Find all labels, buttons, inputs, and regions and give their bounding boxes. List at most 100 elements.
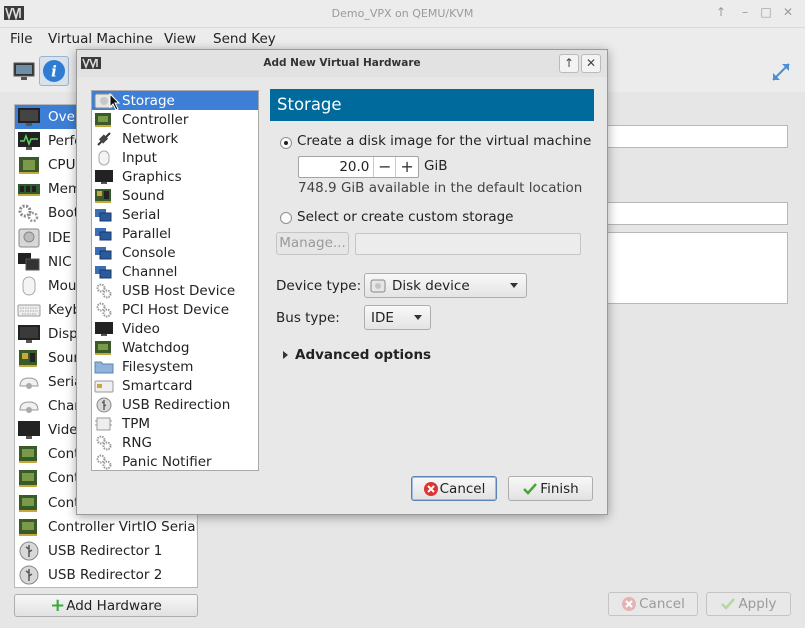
category-smartcard[interactable]: Smartcard (92, 376, 258, 395)
console-view-button[interactable] (9, 56, 39, 86)
performance-icon (18, 132, 40, 151)
cancel-icon (622, 597, 637, 611)
serial-icon (95, 208, 112, 221)
watchdog-icon (95, 340, 111, 355)
panic-icon (96, 454, 112, 469)
monitor-icon (18, 108, 40, 127)
window-title: Demo_VPX on QEMU/KVM (331, 7, 474, 20)
folder-icon (94, 361, 114, 373)
dialog-finish-button[interactable]: Finish (508, 476, 593, 501)
pci-icon (96, 302, 112, 317)
disk-size-spinner[interactable]: 20.0 − + (298, 156, 419, 178)
usb-icon (96, 283, 112, 298)
network-icon (18, 252, 40, 271)
console-icon (95, 246, 112, 259)
increment-button[interactable]: + (396, 157, 418, 177)
mouse-icon (98, 150, 110, 165)
category-tpm[interactable]: TPM (92, 414, 258, 433)
storage-path-field[interactable] (355, 233, 581, 255)
controller-icon (19, 494, 37, 512)
network-plug-icon (97, 131, 111, 146)
dialog-keep-above-button[interactable]: ↑ (559, 54, 579, 73)
cancel-icon (423, 481, 438, 496)
window-maximize-button[interactable]: □ (759, 5, 773, 19)
channel-icon (95, 265, 112, 278)
video-icon (18, 421, 40, 440)
resize-icon[interactable] (769, 60, 793, 84)
main-cancel-button[interactable]: Cancel (608, 592, 698, 616)
custom-storage-label[interactable]: Select or create custom storage (297, 209, 513, 225)
category-console[interactable]: Console (92, 243, 258, 262)
category-watchdog[interactable]: Watchdog (92, 338, 258, 357)
category-usb-redirection[interactable]: USB Redirection (92, 395, 258, 414)
hardware-category-list[interactable]: Storage Controller Network Input Graphic… (91, 90, 259, 471)
svg-text:i: i (51, 63, 57, 81)
channel-icon (19, 401, 39, 414)
pane-title: Storage (270, 89, 594, 121)
device-type-value: Disk device (392, 277, 470, 294)
category-pci-host-device[interactable]: PCI Host Device (92, 300, 258, 319)
name-field[interactable] (606, 125, 788, 148)
menu-send-key[interactable]: Send Key (213, 31, 276, 47)
hw-item-usb-redirector-2[interactable]: USB Redirector 2 (15, 563, 197, 587)
parallel-icon (95, 227, 112, 240)
category-input[interactable]: Input (92, 148, 258, 167)
category-rng[interactable]: RNG (92, 433, 258, 452)
usb-redirect-icon (96, 397, 112, 412)
device-type-label: Device type: (276, 278, 362, 294)
controller-icon (19, 470, 37, 488)
window-close-button[interactable]: ✕ (781, 5, 795, 19)
create-disk-radio[interactable] (280, 137, 292, 149)
size-unit-label: GiB (424, 158, 448, 174)
category-usb-host-device[interactable]: USB Host Device (92, 281, 258, 300)
bus-type-value: IDE (371, 309, 394, 326)
category-panic-notifier[interactable]: Panic Notifier (92, 452, 258, 470)
gear-icon (18, 204, 39, 223)
category-video[interactable]: Video (92, 319, 258, 338)
controller-icon (19, 446, 37, 464)
category-controller[interactable]: Controller (92, 110, 258, 129)
info-icon: i (43, 60, 65, 82)
main-apply-button[interactable]: Apply (706, 592, 791, 616)
category-sound[interactable]: Sound (92, 186, 258, 205)
details-view-button[interactable]: i (39, 56, 69, 86)
decrement-button[interactable]: − (374, 157, 397, 177)
advanced-options-expander[interactable]: Advanced options (283, 347, 431, 363)
disk-size-value[interactable]: 20.0 (299, 157, 375, 177)
custom-storage-radio[interactable] (280, 212, 292, 224)
create-disk-label[interactable]: Create a disk image for the virtual mach… (297, 133, 591, 149)
menu-view[interactable]: View (164, 31, 196, 47)
hw-item-controller-virtio-serial[interactable]: Controller VirtIO Serial (15, 515, 197, 539)
menu-bar: File Virtual Machine View Send Key (0, 28, 805, 50)
title-field[interactable] (606, 202, 788, 225)
device-type-select[interactable]: Disk device (364, 273, 527, 298)
category-graphics[interactable]: Graphics (92, 167, 258, 186)
category-network[interactable]: Network (92, 129, 258, 148)
category-parallel[interactable]: Parallel (92, 224, 258, 243)
window-minimize-button[interactable]: – (738, 5, 752, 19)
window-keep-above-button[interactable]: ↑ (714, 5, 728, 19)
rng-icon (96, 435, 112, 450)
category-serial[interactable]: Serial (92, 205, 258, 224)
usb-redirect-icon (19, 565, 39, 585)
add-hardware-button[interactable]: + Add Hardware (14, 594, 198, 617)
mouse-icon (22, 276, 36, 296)
keyboard-icon (17, 304, 41, 317)
hw-item-usb-redirector-1[interactable]: USB Redirector 1 (15, 539, 197, 563)
category-filesystem[interactable]: Filesystem (92, 357, 258, 376)
chevron-down-icon (414, 315, 422, 320)
category-channel[interactable]: Channel (92, 262, 258, 281)
dialog-titlebar: Add New Virtual Hardware ↑ ✕ (77, 50, 607, 77)
menu-virtual-machine[interactable]: Virtual Machine (48, 31, 153, 47)
dialog-close-button[interactable]: ✕ (581, 54, 601, 73)
dialog-cancel-button[interactable]: Cancel (411, 476, 497, 501)
bus-type-select[interactable]: IDE (364, 305, 431, 330)
add-hardware-label: Add Hardware (66, 597, 162, 614)
menu-file[interactable]: File (10, 31, 33, 47)
description-field[interactable] (606, 232, 788, 304)
disk-icon (370, 279, 386, 292)
smartcard-icon (94, 380, 114, 392)
check-icon (523, 482, 538, 495)
manage-button[interactable]: Manage... (276, 232, 349, 255)
disk-icon (18, 228, 40, 248)
